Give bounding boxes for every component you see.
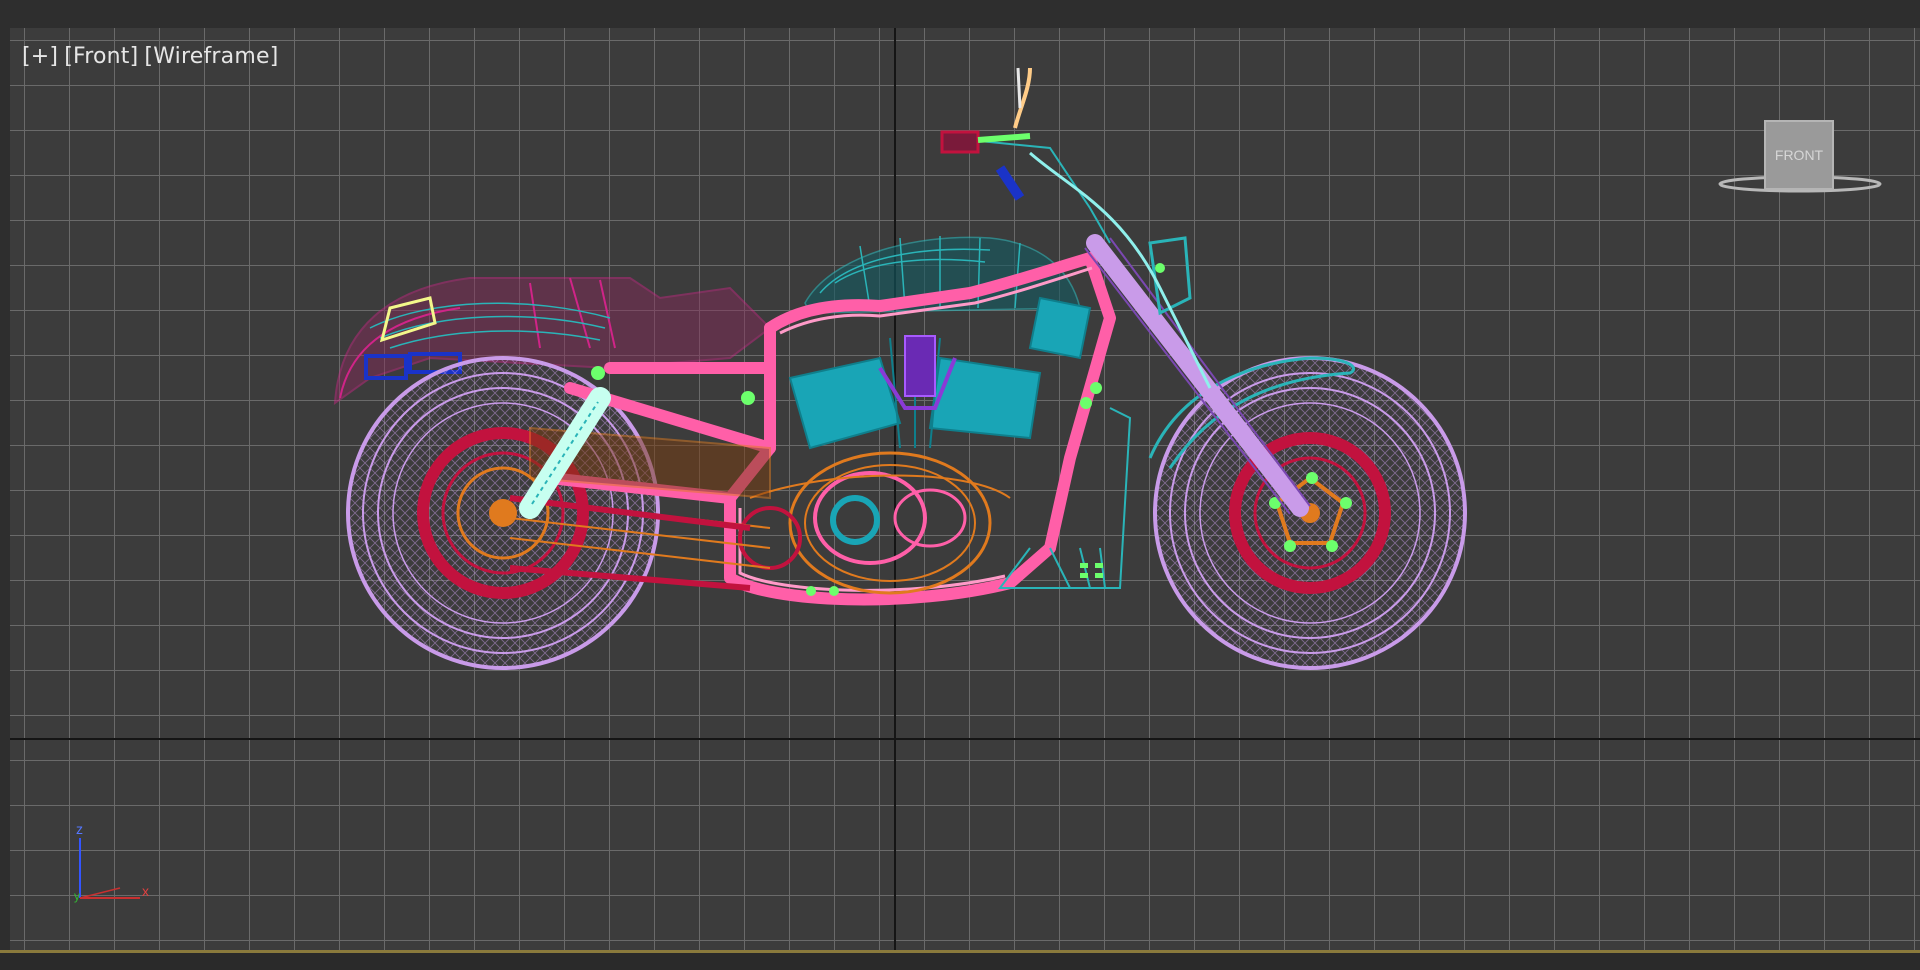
headlight xyxy=(1148,236,1192,316)
viewport-shading-menu[interactable]: [Wireframe] xyxy=(144,44,278,69)
max-viewport-window: [+] [Front] [Wireframe] FRONT z y x xyxy=(0,0,1920,970)
motorcycle-wireframe-model[interactable] xyxy=(10,28,1920,953)
viewport-bottom-border xyxy=(0,950,1920,970)
crankcase xyxy=(738,451,1011,595)
axis-tripod: z y x xyxy=(74,821,149,903)
viewport-point-of-view-menu[interactable]: [Front] xyxy=(64,44,138,69)
viewcube-front-label: FRONT xyxy=(1775,147,1824,163)
viewport-top-strip xyxy=(0,0,1920,28)
exhaust-dots xyxy=(1080,563,1103,578)
x-axis-line-2 xyxy=(79,887,121,899)
viewport-general-menu[interactable]: [+] xyxy=(22,44,58,69)
x-axis-label: x xyxy=(142,883,149,899)
viewport-label-menu[interactable]: [+] [Front] [Wireframe] xyxy=(22,44,285,69)
front-wheel[interactable] xyxy=(1153,356,1467,670)
front-viewport[interactable]: [+] [Front] [Wireframe] FRONT z y x xyxy=(10,28,1920,953)
viewcube[interactable]: FRONT xyxy=(1710,116,1890,196)
z-axis-label: z xyxy=(76,821,83,837)
engine-block xyxy=(788,296,1092,450)
y-axis-label: y xyxy=(74,889,80,903)
